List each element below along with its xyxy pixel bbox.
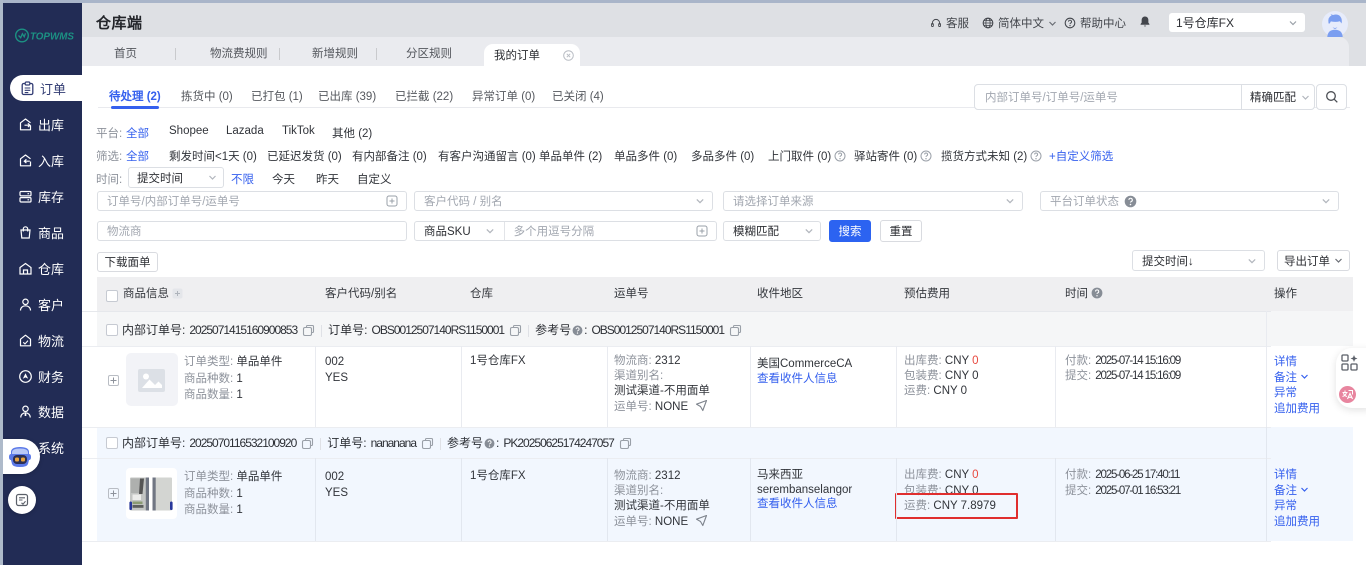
- svg-text:TOPWMS: TOPWMS: [30, 31, 74, 42]
